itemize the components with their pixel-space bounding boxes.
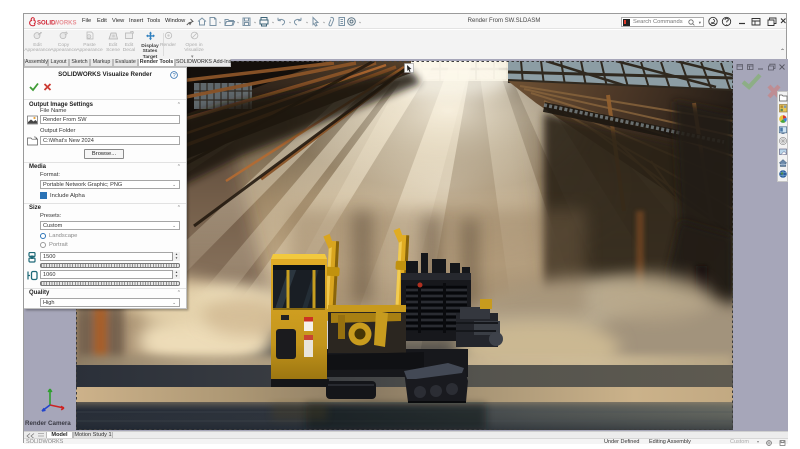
svg-text:?: ? (173, 73, 176, 79)
svg-text:WORKS: WORKS (54, 20, 77, 26)
